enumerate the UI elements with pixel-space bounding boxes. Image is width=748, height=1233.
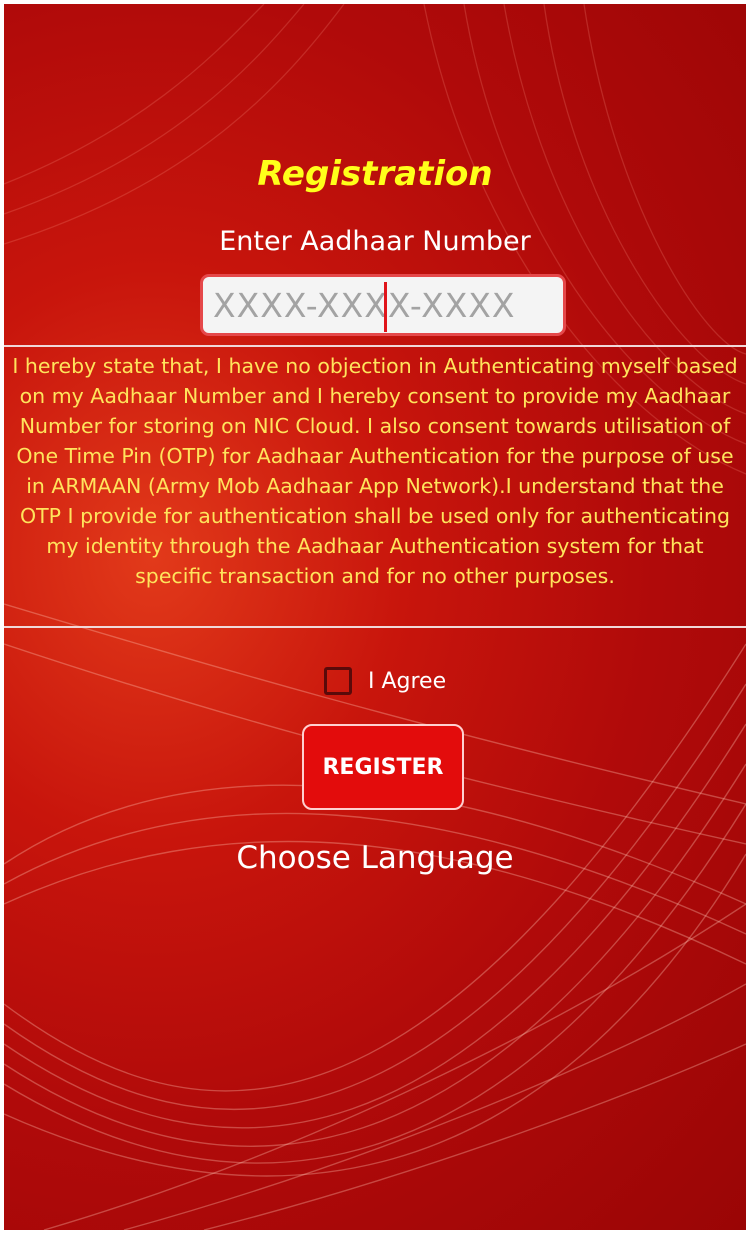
aadhaar-number-label: Enter Aadhaar Number xyxy=(219,226,531,257)
choose-language-link[interactable]: Choose Language xyxy=(4,840,746,876)
agree-row[interactable]: I Agree xyxy=(324,664,446,698)
agree-checkbox[interactable] xyxy=(324,667,352,695)
agree-label[interactable]: I Agree xyxy=(368,669,446,694)
register-button[interactable]: REGISTER xyxy=(302,724,464,810)
text-cursor xyxy=(384,282,387,332)
aadhaar-number-input[interactable] xyxy=(200,274,566,336)
page-title: Registration xyxy=(257,154,493,194)
divider-top xyxy=(4,345,746,347)
consent-text: I hereby state that, I have no objection… xyxy=(12,354,738,588)
divider-bottom xyxy=(4,626,746,628)
registration-screen: Registration Enter Aadhaar Number I here… xyxy=(4,4,746,1230)
